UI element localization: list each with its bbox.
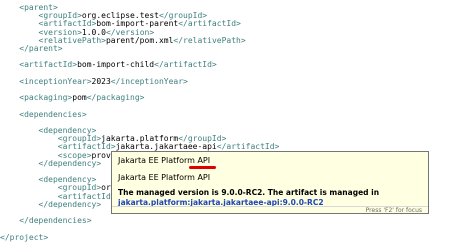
xml-open-tag: <dependencies> (19, 109, 87, 119)
hover-status: Press 'F2' for focus (365, 207, 422, 214)
xml-close-tag: </artifactId> (154, 60, 217, 70)
xml-text: 2023 (91, 76, 111, 86)
xml-close-tag: </artifactId> (178, 19, 241, 29)
code-line: <artifactId>bom-import-child</artifactId… (0, 59, 217, 70)
xml-open-tag: </dependency> (38, 158, 102, 168)
xml-open-tag: <inceptionYear> (19, 76, 92, 86)
xml-open-tag: </project> (0, 232, 49, 242)
code-line: <packaging>pom</packaging> (0, 92, 145, 103)
xml-open-tag: </dependencies> (19, 216, 92, 226)
xml-close-tag: </relativePath> (173, 35, 246, 45)
hover-title: Jakarta EE Platform API (118, 156, 211, 165)
xml-open-tag: </dependency> (38, 199, 102, 209)
code-line: </dependency> (0, 199, 102, 210)
code-line: </dependencies> (0, 215, 92, 226)
code-line: <inceptionYear>2023</inceptionYear> (0, 76, 188, 87)
hover-message: The managed version is 9.0.0-RC2. The ar… (118, 188, 418, 208)
code-line: </dependency> (0, 158, 102, 169)
xml-close-tag: </inceptionYear> (110, 76, 188, 86)
xml-text: parent/pom.xml (105, 35, 174, 45)
hover-popup: Jakarta EE Platform API Jakarta EE Platf… (111, 151, 429, 214)
xml-text: pom (72, 93, 87, 103)
code-line: <dependencies> (0, 109, 87, 120)
xml-text: bom-import-child (77, 60, 155, 70)
version-highlight-mark (189, 166, 216, 169)
hover-message-text: The managed version is 9.0.0-RC2. The ar… (118, 188, 380, 197)
code-line: </project> (0, 232, 48, 243)
xml-open-tag: <packaging> (19, 93, 73, 103)
code-line: </parent> (0, 43, 63, 54)
xml-close-tag: </packaging> (86, 93, 145, 103)
xml-open-tag: <artifactId> (19, 60, 78, 70)
hover-header: Jakarta EE Platform API (118, 173, 211, 182)
xml-open-tag: </parent> (19, 44, 63, 53)
